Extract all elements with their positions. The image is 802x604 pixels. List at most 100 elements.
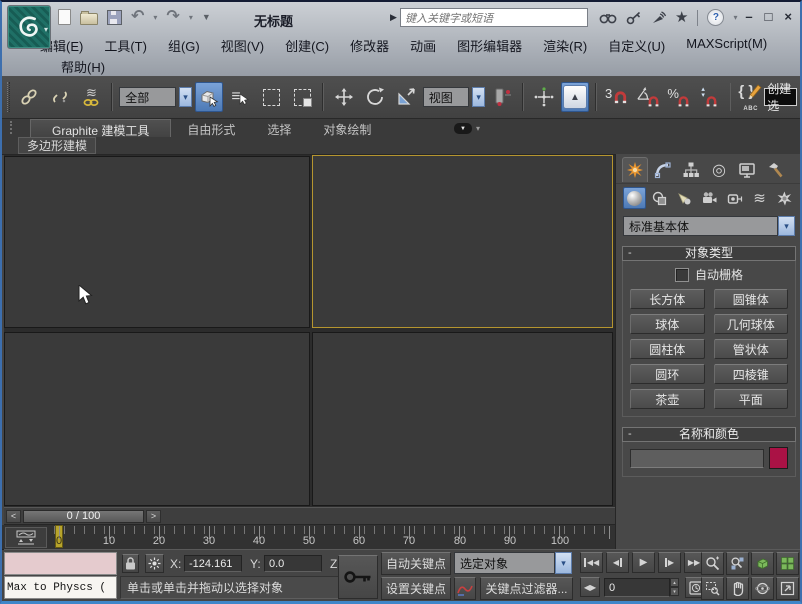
set-keys-button[interactable] <box>338 555 378 599</box>
snap-toggle-3d-button[interactable]: 3 <box>603 82 631 112</box>
zoom-region-button[interactable] <box>701 577 724 600</box>
current-frame-field[interactable]: 0 <box>604 578 670 597</box>
spinner-snap-toggle-button[interactable]: ▴▾ <box>696 82 724 112</box>
object-name-field[interactable] <box>630 449 764 468</box>
toolbar-overflow-icon[interactable]: ▼ <box>202 8 211 26</box>
menu-animation[interactable]: 动画 <box>408 35 438 56</box>
unlink-selection-button[interactable] <box>46 82 74 112</box>
maxscript-listener-input[interactable]: Max to Physcs ( <box>4 576 117 599</box>
communication-center-icon[interactable] <box>651 11 666 25</box>
tube-button[interactable]: 管状体 <box>714 339 789 359</box>
viewport-bottom-left[interactable] <box>4 332 310 506</box>
viewport-top-right-active[interactable] <box>312 155 613 328</box>
infocenter-search[interactable] <box>400 8 588 27</box>
help-dropdown-chevron-icon[interactable]: ▾ <box>733 13 737 22</box>
menu-help[interactable]: 帮助(H) <box>59 56 107 77</box>
ribbon-panel-polygon-modeling[interactable]: 多边形建模 <box>18 137 96 154</box>
menu-graph-editors[interactable]: 图形编辑器 <box>455 35 524 56</box>
zoom-all-button[interactable] <box>726 552 749 575</box>
menu-modifiers[interactable]: 修改器 <box>348 35 391 56</box>
absolute-offset-mode-toggle[interactable] <box>145 554 164 573</box>
ribbon-tab-object-paint[interactable]: 对象绘制 <box>307 119 387 137</box>
x-coordinate-field[interactable]: -124.161 <box>184 555 242 572</box>
track-bar[interactable]: 0 10 20 30 40 50 60 70 80 90 100 <box>2 525 615 550</box>
redo-button[interactable]: ↷ <box>166 8 179 26</box>
select-and-scale-button[interactable] <box>392 82 420 112</box>
default-tangent-button[interactable] <box>454 577 476 600</box>
bind-to-space-warp-button[interactable]: ≋ <box>77 82 105 112</box>
orbit-button[interactable] <box>751 577 774 600</box>
toolbar-grip[interactable] <box>7 82 10 112</box>
play-button[interactable]: ▶ <box>632 552 655 573</box>
teapot-button[interactable]: 茶壶 <box>630 389 705 409</box>
go-to-start-button[interactable]: ◀◀ <box>580 552 603 573</box>
tab-motion[interactable]: ◎ <box>706 157 732 182</box>
object-color-swatch[interactable] <box>769 447 788 469</box>
category-lights[interactable] <box>673 187 696 209</box>
key-filters-button[interactable]: 关键点过滤器... <box>480 577 573 600</box>
tab-modify[interactable] <box>650 157 676 182</box>
primitive-category-dropdown-button[interactable]: ▾ <box>778 216 795 236</box>
zoom-button[interactable] <box>701 552 724 575</box>
time-slider-thumb[interactable]: 0 / 100 <box>23 510 144 523</box>
reference-coordinate-dropdown-button[interactable]: ▾ <box>472 87 485 107</box>
maximize-viewport-toggle-button[interactable] <box>776 577 799 600</box>
selection-lock-toggle[interactable] <box>122 554 139 573</box>
category-cameras[interactable] <box>698 187 721 209</box>
category-geometry[interactable] <box>623 187 646 209</box>
zoom-extents-button[interactable] <box>751 552 774 575</box>
search-input[interactable] <box>401 11 587 28</box>
ribbon-tab-freeform[interactable]: 自由形式 <box>171 119 251 137</box>
select-and-rotate-button[interactable] <box>361 82 389 112</box>
save-file-button[interactable] <box>107 8 122 26</box>
set-key-button[interactable]: 设置关键点 <box>381 577 451 600</box>
menu-group[interactable]: 组(G) <box>166 35 202 56</box>
tab-hierarchy[interactable] <box>678 157 704 182</box>
cylinder-button[interactable]: 圆柱体 <box>630 339 705 359</box>
menu-tools[interactable]: 工具(T) <box>102 35 149 56</box>
selection-filter-dropdown-button[interactable]: ▾ <box>179 87 192 107</box>
percent-snap-toggle-button[interactable]: % <box>665 82 693 112</box>
minimize-button[interactable]: – <box>745 9 752 24</box>
search-binoculars-icon[interactable] <box>599 11 617 25</box>
ribbon-tab-selection[interactable]: 选择 <box>251 119 307 137</box>
maximize-button[interactable]: □ <box>765 9 773 24</box>
name-color-rollout-header[interactable]: - 名称和颜色 <box>622 427 796 442</box>
select-object-button[interactable] <box>195 82 223 112</box>
tab-utilities[interactable] <box>762 157 788 182</box>
selection-set-dropdown[interactable]: 选定对象 <box>454 552 555 574</box>
box-button[interactable]: 长方体 <box>630 289 705 309</box>
open-mini-curve-editor-button[interactable] <box>5 527 47 548</box>
category-space-warps[interactable]: ≋ <box>748 187 771 209</box>
rectangular-selection-region-button[interactable] <box>257 82 285 112</box>
previous-frame-playback-button[interactable]: ◀ <box>606 552 629 573</box>
use-pivot-point-center-button[interactable] <box>488 82 516 112</box>
edit-named-selection-sets-button[interactable]: { } ABC <box>737 81 761 113</box>
close-button[interactable]: × <box>784 9 792 24</box>
next-frame-playback-button[interactable]: ▶ <box>658 552 681 573</box>
menu-maxscript[interactable]: MAXScript(M) <box>684 35 769 56</box>
auto-key-button[interactable]: 自动关键点 <box>381 552 451 575</box>
window-crossing-toggle-button[interactable] <box>288 82 316 112</box>
key-mode-toggle-button[interactable]: ◀▶ <box>580 577 600 597</box>
angle-snap-toggle-button[interactable] <box>634 82 662 112</box>
viewport-top-left[interactable] <box>4 156 310 328</box>
spinner-down-icon[interactable]: ▾ <box>670 587 679 596</box>
undo-button[interactable]: ↶ <box>131 8 144 26</box>
named-selection-set-field[interactable]: 创建选 <box>764 88 797 106</box>
ribbon-minimize-chevron-icon[interactable]: ▾ <box>476 124 480 133</box>
spinner-up-icon[interactable]: ▴ <box>670 578 679 587</box>
category-helpers[interactable] <box>723 187 746 209</box>
tab-create[interactable] <box>622 157 648 182</box>
keyboard-shortcut-override-toggle[interactable]: ▲ <box>561 82 589 112</box>
selection-filter-dropdown[interactable]: 全部 <box>119 87 176 107</box>
maxscript-listener-macro-field[interactable] <box>4 552 117 575</box>
menu-create[interactable]: 创建(C) <box>283 35 331 56</box>
menu-views[interactable]: 视图(V) <box>219 35 266 56</box>
pan-button[interactable] <box>726 577 749 600</box>
select-and-manipulate-button[interactable] <box>530 82 558 112</box>
category-systems[interactable] <box>773 187 796 209</box>
menu-rendering[interactable]: 渲染(R) <box>541 35 589 56</box>
frame-spinner[interactable]: ▴ ▾ <box>670 578 679 596</box>
help-button[interactable]: ? <box>707 9 724 26</box>
